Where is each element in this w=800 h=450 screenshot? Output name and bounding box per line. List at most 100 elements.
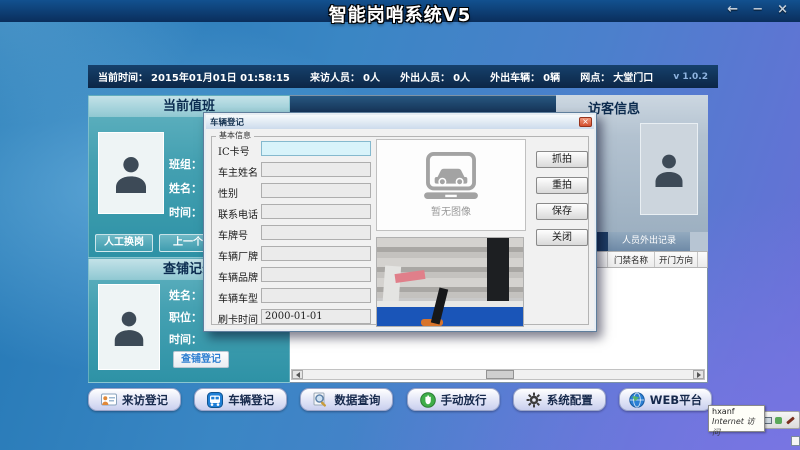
main-toolbar: 来访登记 车辆登记 数据查询 bbox=[88, 388, 712, 412]
toolbar-label: 车辆登记 bbox=[228, 392, 274, 408]
status-out-vehicles: 外出车辆：0辆 bbox=[490, 69, 560, 84]
vehicle-brand-input[interactable] bbox=[261, 267, 371, 282]
app-titlebar: 智能岗哨系统V5 ← − × bbox=[0, 0, 800, 22]
person-icon bbox=[111, 149, 151, 197]
desktop: 智能岗哨系统V5 ← − × 当前时间：2015年01月01日 01:58:15… bbox=[0, 0, 800, 450]
toolbar-label: WEB平台 bbox=[650, 392, 702, 408]
status-label: 外出人员： bbox=[400, 73, 450, 84]
status-label: 网点： bbox=[580, 73, 610, 84]
camera-preview bbox=[376, 237, 524, 327]
column-header-door-name: 门禁名称 bbox=[608, 252, 655, 267]
network-tooltip: hxanf Internet 访问 bbox=[708, 405, 765, 432]
gender-input[interactable] bbox=[261, 183, 371, 198]
vehicle-photo-placeholder: 暂无图像 bbox=[376, 139, 526, 231]
network-name: hxanf bbox=[712, 407, 761, 416]
back-icon[interactable]: ← bbox=[727, 2, 738, 17]
status-current-time: 当前时间：2015年01月01日 01:58:15 bbox=[98, 69, 290, 84]
vehicle-register-button[interactable]: 车辆登记 bbox=[194, 388, 287, 411]
vehicle-maker-input[interactable] bbox=[261, 246, 371, 261]
inspection-photo bbox=[98, 284, 160, 370]
status-label: 来访人员： bbox=[310, 73, 360, 84]
status-site: 网点：大堂门口 bbox=[580, 69, 653, 84]
ic-card-label: IC卡号 bbox=[218, 143, 250, 158]
gender-label: 性别 bbox=[218, 185, 238, 200]
duty-time-label: 时间： bbox=[169, 204, 202, 220]
ic-card-input[interactable] bbox=[261, 141, 371, 156]
close-icon[interactable]: × bbox=[777, 2, 788, 17]
person-icon bbox=[651, 147, 687, 191]
system-config-button[interactable]: 系统配置 bbox=[513, 388, 606, 411]
system-config-icon bbox=[526, 392, 542, 408]
web-platform-button[interactable]: WEB平台 bbox=[619, 388, 712, 411]
vehicle-registration-dialog: 车辆登记 × 基本信息 IC卡号 车主姓名 性别 联系电话 车 bbox=[203, 112, 597, 332]
capture-button[interactable]: 抓拍 bbox=[536, 151, 588, 168]
show-desktop-button[interactable] bbox=[791, 436, 800, 446]
data-query-icon bbox=[313, 392, 329, 408]
column-header bbox=[698, 252, 707, 267]
toolbar-label: 数据查询 bbox=[334, 392, 380, 408]
inspect-name-label: 姓名： bbox=[169, 287, 202, 303]
phone-input[interactable] bbox=[261, 204, 371, 219]
app-version: v 1.0.2 bbox=[673, 72, 708, 82]
status-value: 大堂门口 bbox=[613, 73, 653, 84]
owner-name-input[interactable] bbox=[261, 162, 371, 177]
toolbar-label: 来访登记 bbox=[122, 392, 168, 408]
plugin-icon[interactable] bbox=[775, 417, 782, 424]
dialog-title: 车辆登记 bbox=[210, 116, 244, 128]
status-value: 0人 bbox=[363, 73, 380, 84]
toolbar-label: 手动放行 bbox=[441, 392, 487, 408]
status-value: 0辆 bbox=[543, 73, 560, 84]
app-title: 智能岗哨系统V5 bbox=[0, 1, 800, 27]
triangle-left-icon bbox=[296, 372, 300, 378]
person-icon bbox=[110, 304, 148, 350]
data-query-button[interactable]: 数据查询 bbox=[300, 388, 393, 411]
web-platform-icon bbox=[629, 392, 645, 408]
duty-name-label: 姓名： bbox=[169, 180, 202, 196]
car-icon bbox=[420, 152, 482, 200]
vehicle-model-input[interactable] bbox=[261, 288, 371, 303]
status-visitor-count: 来访人员：0人 bbox=[310, 69, 380, 84]
swipe-time-input[interactable] bbox=[261, 309, 371, 324]
inspect-time-label: 时间： bbox=[169, 331, 202, 347]
scroll-right-arrow[interactable] bbox=[693, 370, 704, 379]
window-controls: ← − × bbox=[727, 2, 788, 17]
status-out-people: 外出人员：0人 bbox=[400, 69, 470, 84]
plate-number-input[interactable] bbox=[261, 225, 371, 240]
manual-release-button[interactable]: 手动放行 bbox=[407, 388, 500, 411]
vehicle-model-label: 车辆车型 bbox=[218, 290, 258, 305]
preview-blue-wall bbox=[377, 307, 523, 326]
scroll-thumb[interactable] bbox=[486, 370, 514, 379]
manual-release-icon bbox=[420, 392, 436, 408]
close-button[interactable]: 关闭 bbox=[536, 229, 588, 246]
tab-personnel-exit-records[interactable]: 人员外出记录 bbox=[608, 232, 690, 251]
swipe-time-label: 刷卡时间 bbox=[218, 311, 258, 326]
inspect-position-label: 职位： bbox=[169, 309, 202, 325]
column-header-door-direction: 开门方向 bbox=[655, 252, 698, 267]
owner-name-label: 车主姓名 bbox=[218, 164, 258, 179]
groupbox-label: 基本信息 bbox=[216, 130, 254, 141]
no-image-text: 暂无图像 bbox=[431, 203, 471, 218]
inspection-register-button[interactable]: 查铺登记 bbox=[173, 351, 229, 368]
scroll-left-arrow[interactable] bbox=[292, 370, 303, 379]
wrench-icon[interactable] bbox=[786, 416, 795, 424]
retake-button[interactable]: 重拍 bbox=[536, 177, 588, 194]
status-bar: 当前时间：2015年01月01日 01:58:15 来访人员：0人 外出人员：0… bbox=[88, 65, 718, 88]
dialog-close-icon[interactable]: × bbox=[579, 117, 592, 127]
vehicle-maker-label: 车辆厂牌 bbox=[218, 248, 258, 263]
dialog-titlebar[interactable]: 车辆登记 × bbox=[206, 115, 594, 129]
plate-number-label: 车牌号 bbox=[218, 227, 248, 242]
status-value: 0人 bbox=[453, 73, 470, 84]
network-status: Internet 访问 bbox=[712, 416, 761, 438]
vehicle-brand-label: 车辆品牌 bbox=[218, 269, 258, 284]
tabstrip-filler bbox=[690, 232, 708, 251]
triangle-right-icon bbox=[697, 372, 701, 378]
minimize-icon[interactable]: − bbox=[752, 2, 763, 17]
horizontal-scrollbar[interactable] bbox=[291, 369, 705, 380]
duty-team-label: 班组： bbox=[169, 156, 202, 172]
visitor-register-button[interactable]: 来访登记 bbox=[88, 388, 181, 411]
save-button[interactable]: 保存 bbox=[536, 203, 588, 220]
vehicle-register-icon bbox=[207, 392, 223, 408]
duty-photo bbox=[98, 132, 164, 214]
status-value: 2015年01月01日 01:58:15 bbox=[151, 73, 290, 84]
manual-shift-button[interactable]: 人工换岗 bbox=[95, 234, 153, 252]
